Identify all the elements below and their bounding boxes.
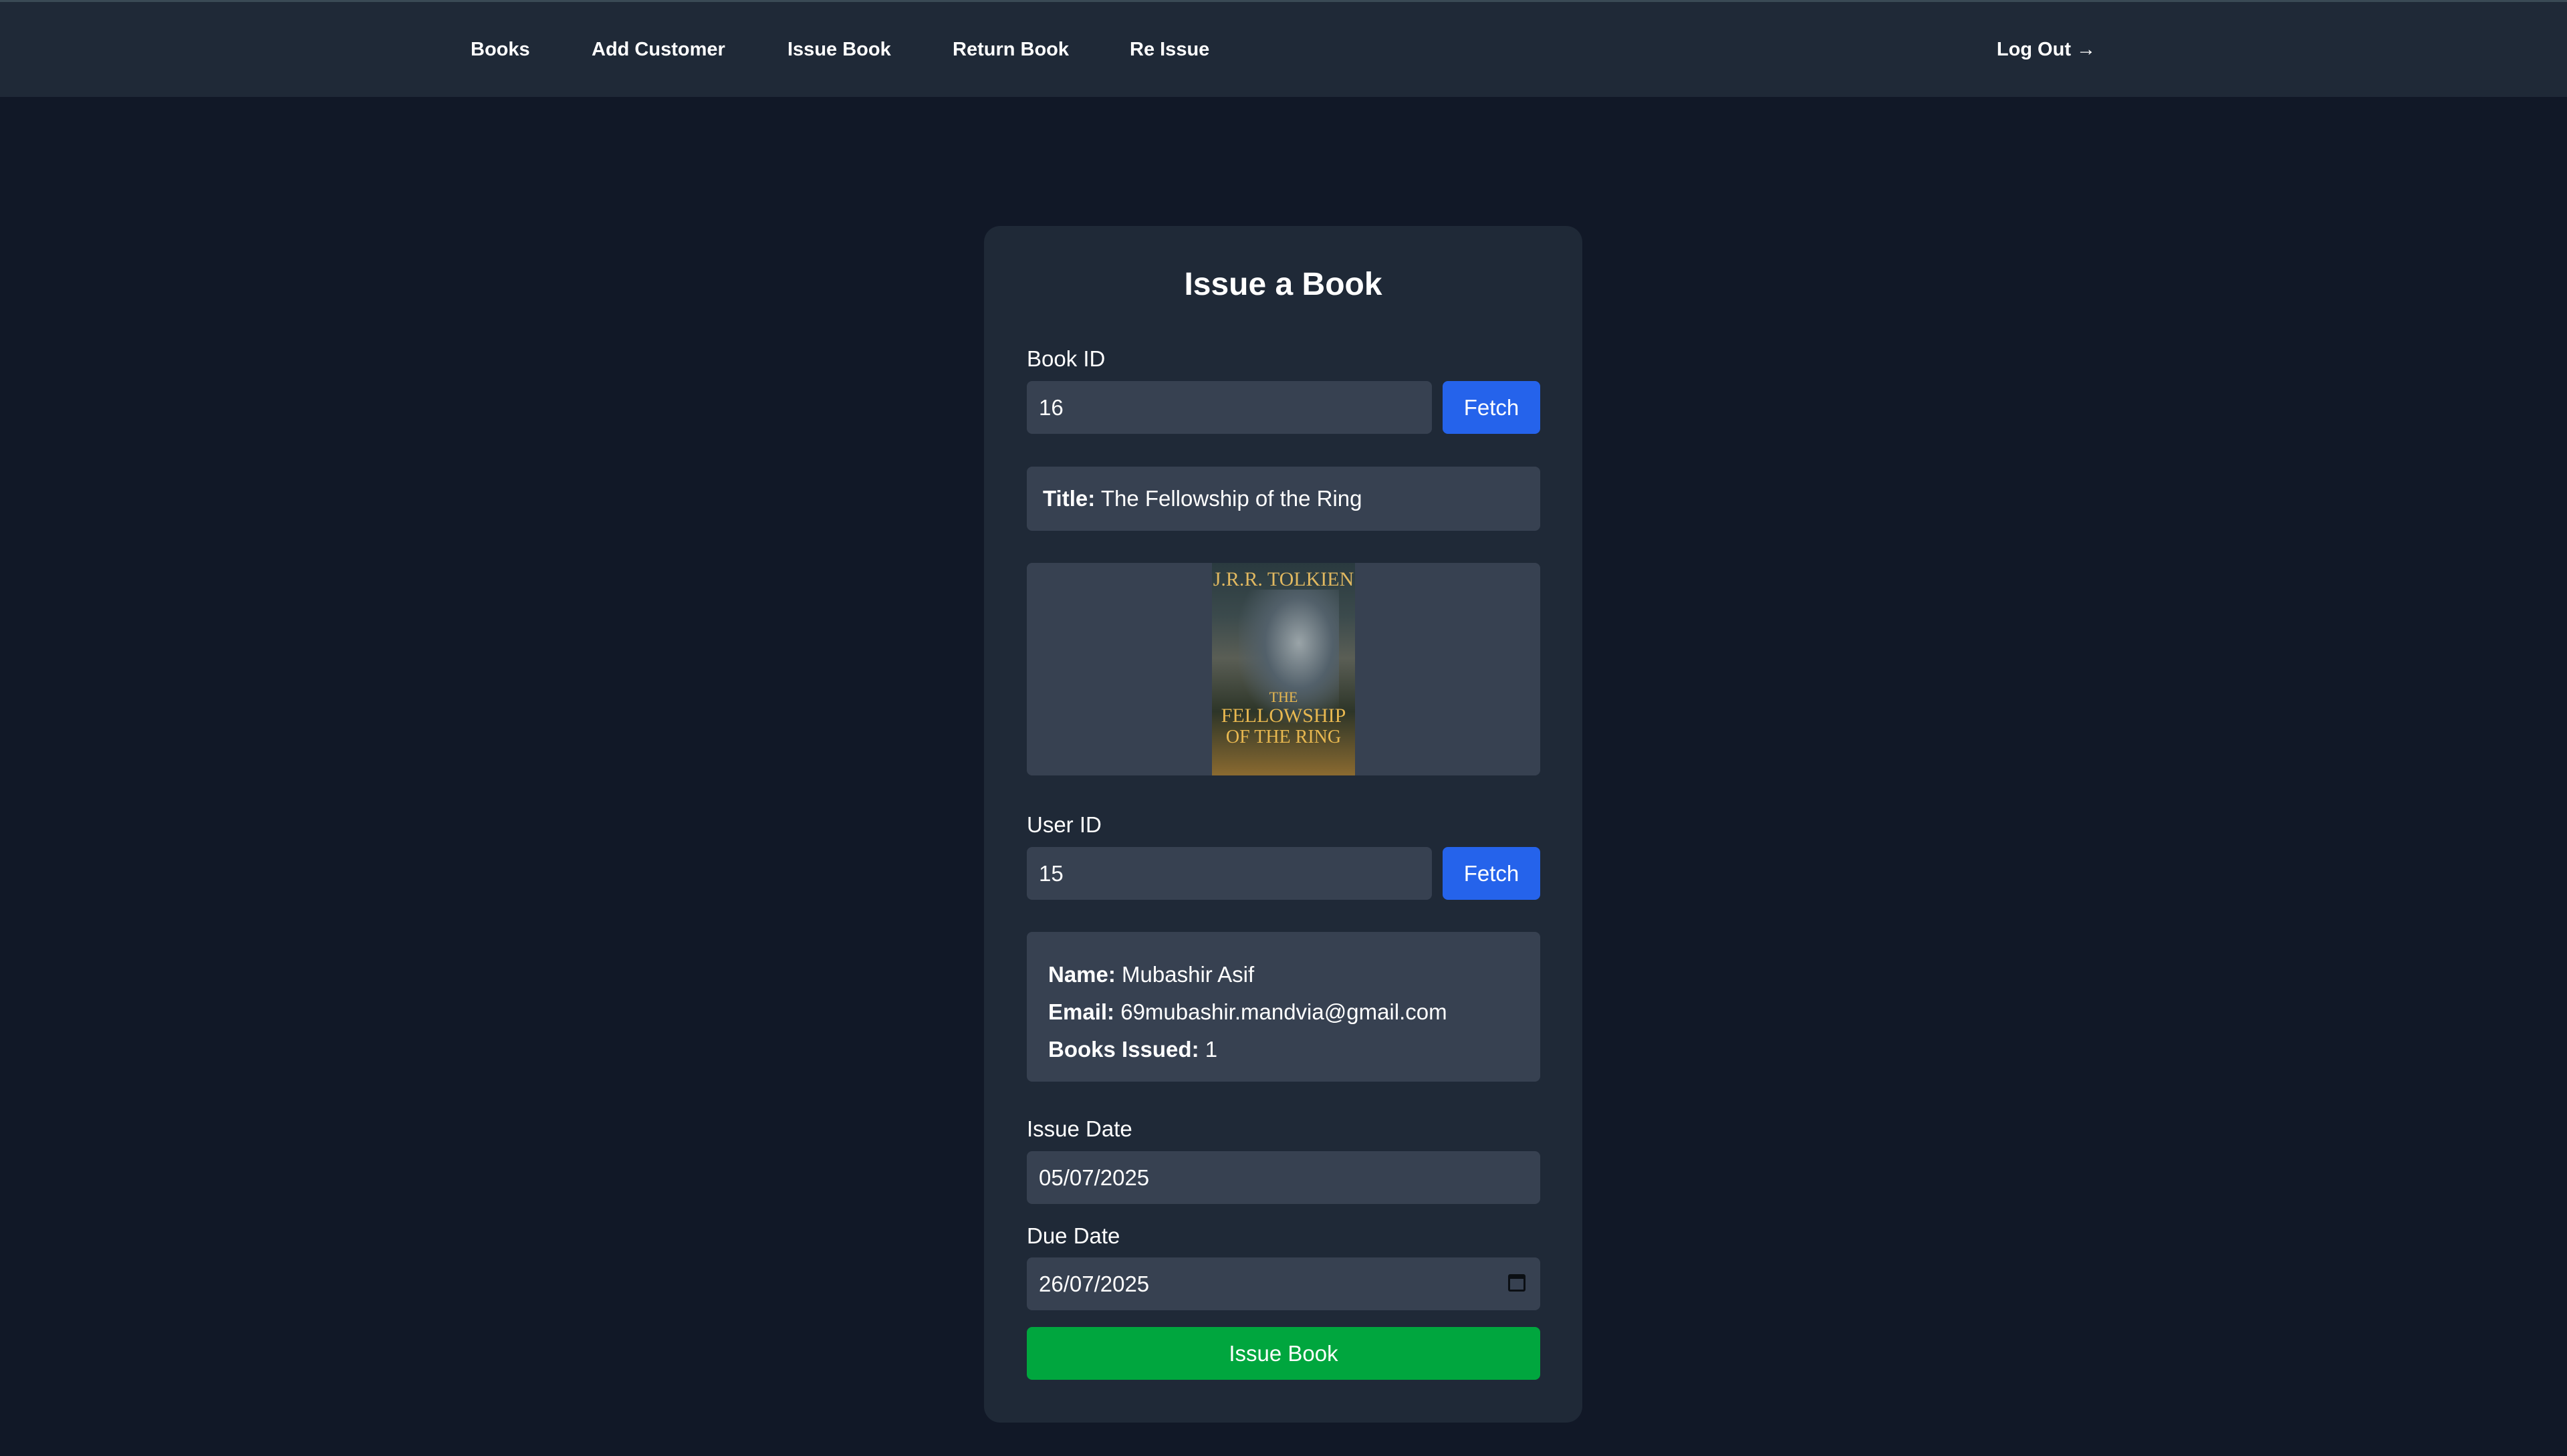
nav-return-book-link[interactable]: Return Book: [953, 2, 1069, 99]
due-date-input[interactable]: 26/07/2025: [1027, 1257, 1540, 1310]
book-cover-image: J.R.R. TOLKIEN THE FELLOWSHIP OF THE RIN…: [1212, 563, 1355, 775]
books-issued-row: Books Issued: 1: [1048, 1031, 1540, 1068]
cover-title-line2: FELLOWSHIP: [1221, 705, 1346, 727]
user-name-value: Mubashir Asif: [1122, 962, 1255, 987]
book-id-input[interactable]: 16: [1027, 381, 1432, 434]
user-name-key: Name:: [1048, 962, 1116, 987]
nav-books-link[interactable]: Books: [471, 2, 530, 99]
issue-book-card: Issue a Book Book ID 16 Fetch Title: The…: [984, 226, 1582, 1423]
user-id-input[interactable]: 15: [1027, 847, 1432, 900]
user-id-label: User ID: [1027, 812, 1102, 837]
user-email-row: Email: 69mubashir.mandvia@gmail.com: [1048, 993, 1540, 1031]
user-name-row: Name: Mubashir Asif: [1048, 956, 1540, 993]
cover-author: J.R.R. TOLKIEN: [1213, 568, 1354, 590]
top-navbar: Books Add Customer Issue Book Return Boo…: [0, 0, 2567, 97]
fetch-user-button[interactable]: Fetch: [1443, 847, 1540, 900]
book-title-box: Title: The Fellowship of the Ring: [1027, 467, 1540, 531]
arrow-right-icon: →: [2076, 39, 2096, 60]
log-out-label: Log Out: [1996, 39, 2071, 60]
due-date-value: 26/07/2025: [1039, 1271, 1150, 1296]
nav-issue-book-link[interactable]: Issue Book: [787, 2, 891, 99]
issue-date-input[interactable]: 05/07/2025: [1027, 1151, 1540, 1204]
cover-title: THE FELLOWSHIP OF THE RING: [1212, 690, 1355, 747]
nav-add-customer-link[interactable]: Add Customer: [592, 2, 725, 99]
books-issued-value: 1: [1205, 1037, 1218, 1062]
book-title-value: The Fellowship of the Ring: [1100, 486, 1362, 511]
book-title-key: Title:: [1043, 486, 1096, 511]
calendar-icon[interactable]: [1508, 1274, 1525, 1292]
nav-re-issue-link[interactable]: Re Issue: [1130, 2, 1209, 99]
issue-book-button[interactable]: Issue Book: [1027, 1327, 1540, 1380]
user-email-value: 69mubashir.mandvia@gmail.com: [1120, 999, 1447, 1024]
cover-title-line1: THE: [1269, 689, 1298, 705]
issue-date-label: Issue Date: [1027, 1116, 1132, 1141]
book-cover-container: J.R.R. TOLKIEN THE FELLOWSHIP OF THE RIN…: [1027, 563, 1540, 775]
page-title: Issue a Book: [1184, 267, 1382, 302]
fetch-book-button[interactable]: Fetch: [1443, 381, 1540, 434]
book-id-label: Book ID: [1027, 346, 1106, 371]
cover-title-line3: OF THE RING: [1225, 727, 1342, 747]
log-out-button[interactable]: Log Out →: [1997, 2, 2096, 99]
user-info-box: Name: Mubashir Asif Email: 69mubashir.ma…: [1027, 932, 1540, 1082]
books-issued-key: Books Issued:: [1048, 1037, 1199, 1062]
due-date-label: Due Date: [1027, 1223, 1120, 1248]
user-email-key: Email:: [1048, 999, 1115, 1024]
